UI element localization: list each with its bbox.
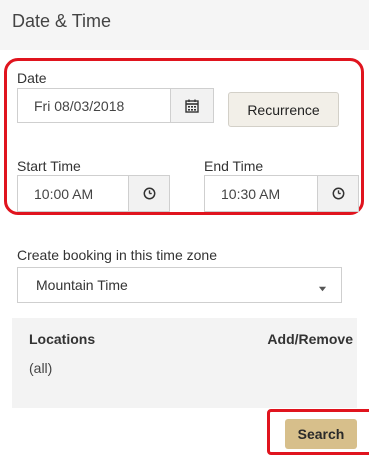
- date-picker-button[interactable]: [170, 88, 214, 123]
- start-time-label: Start Time: [17, 158, 81, 174]
- date-label: Date: [17, 70, 47, 86]
- timezone-label: Create booking in this time zone: [17, 247, 217, 263]
- timezone-select[interactable]: Mountain Time: [17, 267, 342, 303]
- start-time-picker-button[interactable]: [128, 175, 170, 212]
- clock-icon: [332, 187, 344, 200]
- locations-value: (all): [29, 360, 53, 376]
- end-time-input[interactable]: 10:30 AM: [204, 175, 318, 212]
- locations-header: Locations: [29, 331, 96, 347]
- caret-down-icon: [318, 280, 327, 296]
- start-time-input[interactable]: 10:00 AM: [17, 175, 129, 212]
- clock-icon: [143, 187, 155, 200]
- recurrence-button[interactable]: Recurrence: [228, 92, 339, 127]
- calendar-icon: [185, 99, 199, 113]
- add-remove-link[interactable]: Add/Remove: [267, 331, 353, 347]
- end-time-label: End Time: [204, 158, 264, 174]
- timezone-selected-value: Mountain Time: [36, 277, 128, 293]
- end-time-picker-button[interactable]: [317, 175, 359, 212]
- search-button[interactable]: Search: [285, 419, 357, 449]
- panel-title: Date & Time: [12, 11, 112, 31]
- date-input[interactable]: Fri 08/03/2018: [17, 88, 171, 123]
